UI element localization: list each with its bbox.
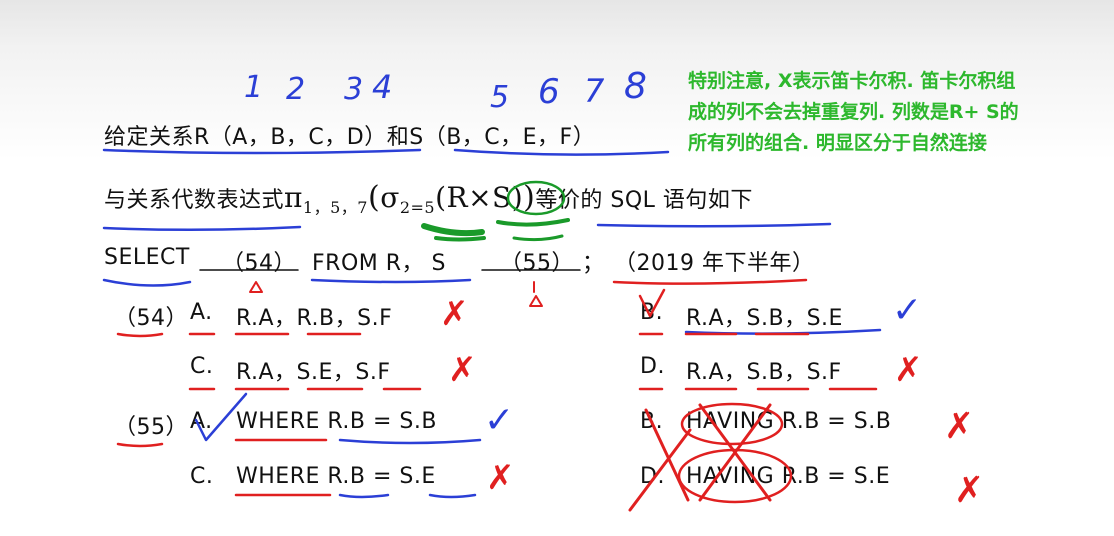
underline-q54-a [116, 332, 362, 338]
q54-b-letter-check [638, 288, 666, 318]
ink-annotations [102, 148, 882, 512]
underline-from [310, 278, 472, 284]
blank-55-triangle [529, 281, 543, 307]
blank-54-triangle [249, 281, 263, 293]
underline-year [612, 278, 808, 285]
underline-where [234, 438, 332, 497]
green-circle-cross [506, 180, 566, 216]
green-underline-cross-2 [512, 234, 564, 242]
green-underline-sigma [421, 223, 485, 237]
having-circle-2 [677, 448, 793, 504]
underline-select [102, 278, 192, 287]
green-underline-cross [496, 218, 570, 227]
underline-q55-a [338, 438, 482, 445]
underline-q55-number [116, 442, 164, 448]
q55-a-letter-check [194, 392, 248, 442]
underline-question-2a [102, 225, 302, 232]
underline-question-2b [596, 222, 832, 228]
underline-question-1b [453, 148, 670, 156]
green-underline-sigma-2 [434, 236, 486, 242]
underline-question-1a [102, 148, 422, 155]
underline-q55-c [338, 493, 477, 499]
